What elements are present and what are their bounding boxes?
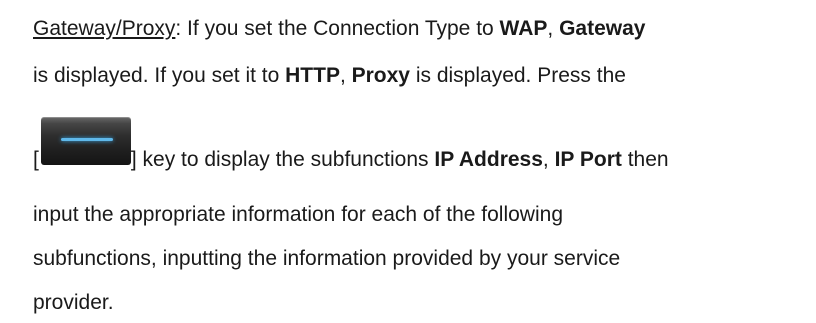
paragraph-line: subfunctions, inputting the information …	[33, 247, 621, 270]
connection-type-http: HTTP	[285, 64, 340, 87]
paragraph-line: Gateway/Proxy: If you set the Connection…	[33, 17, 646, 40]
ip-port-term: IP Port	[554, 148, 622, 171]
navigation-key-icon	[41, 117, 131, 165]
paragraph-line: input the appropriate information for ea…	[33, 203, 563, 226]
key-accent-bar	[61, 138, 113, 141]
term-label: Gateway/Proxy	[33, 17, 176, 40]
key-reference: [	[33, 117, 131, 172]
paragraph-line: is displayed. If you set it to HTTP, Pro…	[33, 64, 626, 87]
paragraph-line: [ ] key to display the subfunctions IP A…	[33, 117, 669, 172]
paragraph-line: provider.	[33, 291, 114, 314]
ip-address-term: IP Address	[434, 148, 543, 171]
connection-type-wap: WAP	[499, 17, 548, 40]
gateway-term: Gateway	[559, 17, 646, 40]
proxy-term: Proxy	[351, 64, 410, 87]
